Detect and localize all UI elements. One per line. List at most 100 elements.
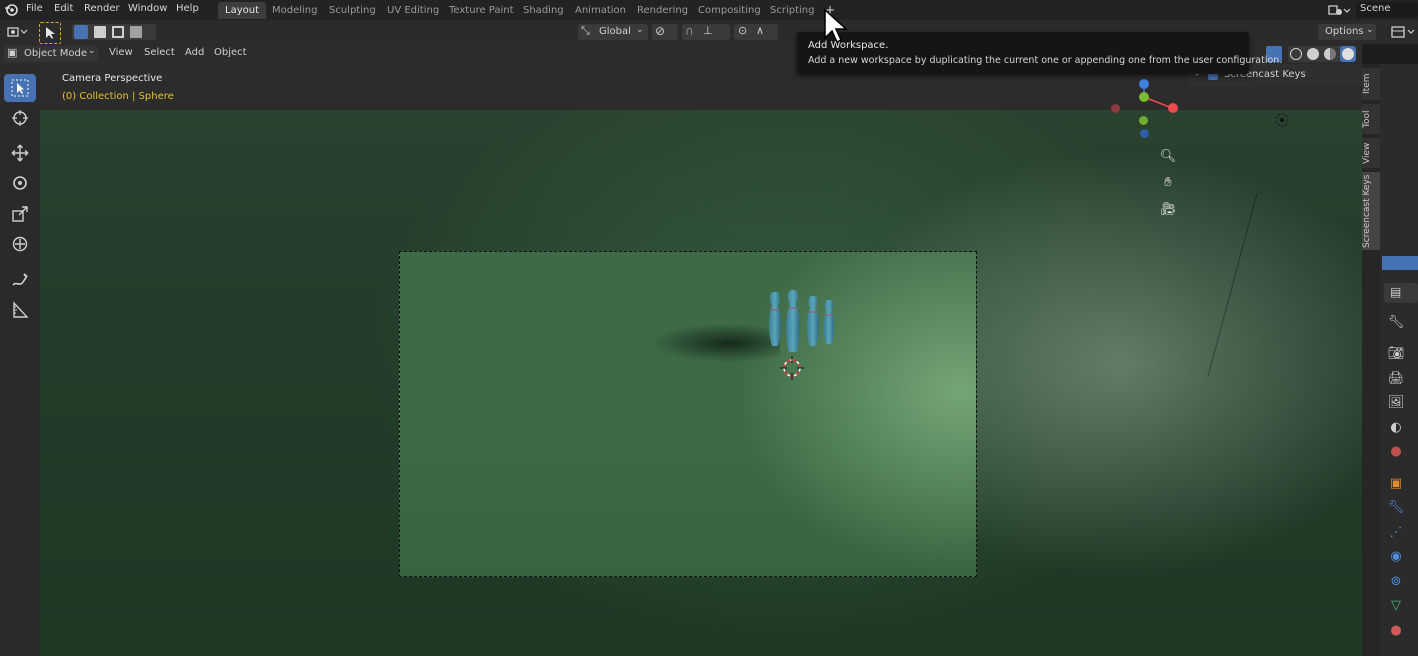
wireframe-shading-icon[interactable]	[1290, 48, 1302, 60]
pins-shadow	[652, 324, 780, 362]
menu-edit[interactable]: Edit	[54, 3, 73, 14]
gizmo-x-axis-icon[interactable]	[1168, 103, 1178, 113]
tooltip: Add Workspace. Add a new workspace by du…	[797, 32, 1282, 74]
object-properties-icon[interactable]: ▣	[1386, 474, 1406, 494]
world-properties-icon[interactable]: ●	[1386, 442, 1406, 462]
menu-file[interactable]: File	[26, 3, 43, 14]
select-tool-icon[interactable]	[39, 22, 61, 44]
select-new-icon[interactable]	[74, 25, 88, 39]
tab-sculpting[interactable]: Sculpting	[322, 2, 383, 19]
constraints-properties-icon[interactable]: ⊚	[1386, 572, 1406, 592]
transform-tool-icon[interactable]	[4, 230, 36, 258]
move-tool-icon[interactable]	[4, 139, 36, 167]
gizmo-y-axis-icon[interactable]	[1139, 92, 1149, 102]
tab-rendering[interactable]: Rendering	[630, 2, 695, 19]
blender-logo-icon[interactable]	[4, 3, 18, 17]
menu-render[interactable]: Render	[84, 3, 120, 14]
outliner-selection-highlight	[1382, 256, 1418, 270]
measure-tool-icon[interactable]	[4, 296, 36, 324]
options-dropdown[interactable]: Options ⌄	[1318, 24, 1376, 40]
proportional-icon: ⊙	[738, 24, 748, 37]
tab-screencast-keys[interactable]: Screencast Keys	[1362, 172, 1380, 250]
tab-tool[interactable]: Tool	[1362, 104, 1380, 134]
tab-uv-editing[interactable]: UV Editing	[380, 2, 446, 19]
magnet-icon: ∩	[685, 24, 694, 38]
object-mode-dropdown[interactable]: ▣ Object Mode ⌄	[4, 46, 98, 62]
collection-info-label: (0) Collection | Sphere	[62, 91, 174, 102]
shading-mode-group	[1288, 46, 1356, 62]
rotate-tool-icon[interactable]	[4, 169, 36, 197]
menu-add[interactable]: Add	[185, 47, 204, 58]
scene-properties-icon[interactable]: ◐	[1386, 418, 1406, 438]
bowling-pins	[766, 286, 846, 358]
tool-properties-icon[interactable]: 🔧︎	[1386, 313, 1406, 333]
scene-name-field[interactable]: Scene	[1356, 2, 1418, 18]
tab-animation[interactable]: Animation	[568, 2, 633, 19]
editor-type-icon[interactable]	[6, 24, 30, 40]
rendered-shading-icon[interactable]	[1340, 46, 1356, 62]
tooltip-description: Add a new workspace by duplicating the c…	[808, 55, 1283, 66]
menu-view[interactable]: View	[109, 47, 133, 58]
gizmo-neg-z-axis-icon[interactable]	[1140, 129, 1149, 138]
properties-editor-dropdown[interactable]: ▤	[1384, 283, 1418, 303]
orientation-value: Global	[599, 26, 631, 37]
properties-editor-type-icon[interactable]	[1388, 24, 1418, 40]
cursor-tool-icon[interactable]	[4, 104, 36, 132]
tab-scripting[interactable]: Scripting	[763, 2, 821, 19]
tab-view[interactable]: View	[1362, 138, 1380, 168]
top-menu-bar: File Edit Render Window Help Layout Mode…	[0, 0, 1418, 20]
solid-shading-icon[interactable]	[1307, 48, 1319, 60]
sidebar-tabs: Item Tool View Screencast Keys	[1362, 64, 1380, 656]
data-properties-icon[interactable]: ▽	[1386, 596, 1406, 616]
menu-object[interactable]: Object	[214, 47, 247, 58]
tab-layout[interactable]: Layout	[218, 2, 266, 19]
scene-selector-icon[interactable]	[1326, 2, 1354, 18]
render-properties-icon[interactable]: 📷︎	[1386, 344, 1406, 364]
gizmo-neg-y-axis-icon[interactable]	[1139, 116, 1148, 125]
tab-modeling[interactable]: Modeling	[265, 2, 325, 19]
material-shading-icon[interactable]	[1324, 48, 1336, 60]
physics-properties-icon[interactable]: ◉	[1386, 547, 1406, 567]
select-invert-icon[interactable]	[130, 26, 142, 38]
falloff-icon: ∧	[756, 24, 765, 37]
modifier-properties-icon[interactable]: 🔧︎	[1386, 498, 1406, 518]
proportional-edit-toggle[interactable]: ⊙ ∧	[734, 24, 778, 40]
selection-mode-group	[72, 24, 156, 40]
object-mode-icon: ▣	[7, 46, 18, 59]
particles-properties-icon[interactable]: ⋰	[1386, 523, 1406, 543]
tweak-select-tool-icon[interactable]	[4, 74, 36, 102]
snap-toggle[interactable]: ∩ ⊥	[682, 24, 730, 40]
gizmo-neg-x-axis-icon[interactable]	[1111, 104, 1120, 113]
tab-texture-paint[interactable]: Texture Paint	[442, 2, 521, 19]
chevron-down-icon: ⌄	[88, 46, 96, 56]
camera-frame	[399, 251, 977, 577]
material-properties-icon[interactable]: ●	[1386, 621, 1406, 641]
view-name-label: Camera Perspective	[62, 73, 163, 84]
select-subtract-icon[interactable]	[112, 26, 124, 38]
pan-hand-icon[interactable]: ✋︎	[1159, 174, 1177, 192]
3d-cursor-icon[interactable]	[779, 355, 805, 381]
gizmo-z-axis-icon[interactable]	[1139, 79, 1149, 89]
select-extend-icon[interactable]	[94, 26, 106, 38]
output-properties-icon[interactable]: 🖨︎	[1386, 369, 1406, 389]
menu-select[interactable]: Select	[144, 47, 175, 58]
tab-item[interactable]: Item	[1362, 68, 1380, 100]
menu-window[interactable]: Window	[128, 3, 167, 14]
menu-help[interactable]: Help	[176, 3, 199, 14]
orientation-icon: ⤡	[581, 24, 590, 37]
zoom-icon[interactable]: 🔍︎	[1159, 148, 1177, 166]
tab-compositing[interactable]: Compositing	[691, 2, 768, 19]
scene-name: Scene	[1360, 3, 1391, 14]
snap-target-icon: ⊥	[703, 24, 713, 37]
object-mode-label: Object Mode	[24, 48, 87, 59]
tab-shading[interactable]: Shading	[516, 2, 571, 19]
mouse-pointer-icon	[823, 8, 849, 44]
annotate-tool-icon[interactable]	[4, 266, 36, 294]
view-layer-properties-icon[interactable]: 🖼︎	[1386, 393, 1406, 413]
transform-orientation-dropdown[interactable]: ⤡ Global ⌄	[578, 24, 648, 40]
options-label: Options	[1325, 26, 1364, 37]
chevron-down-icon: ⌄	[1366, 25, 1374, 35]
camera-view-icon[interactable]: 🎥︎	[1159, 201, 1177, 219]
pivot-point-dropdown[interactable]: ⊘	[652, 24, 678, 40]
scale-tool-icon[interactable]	[4, 200, 36, 228]
